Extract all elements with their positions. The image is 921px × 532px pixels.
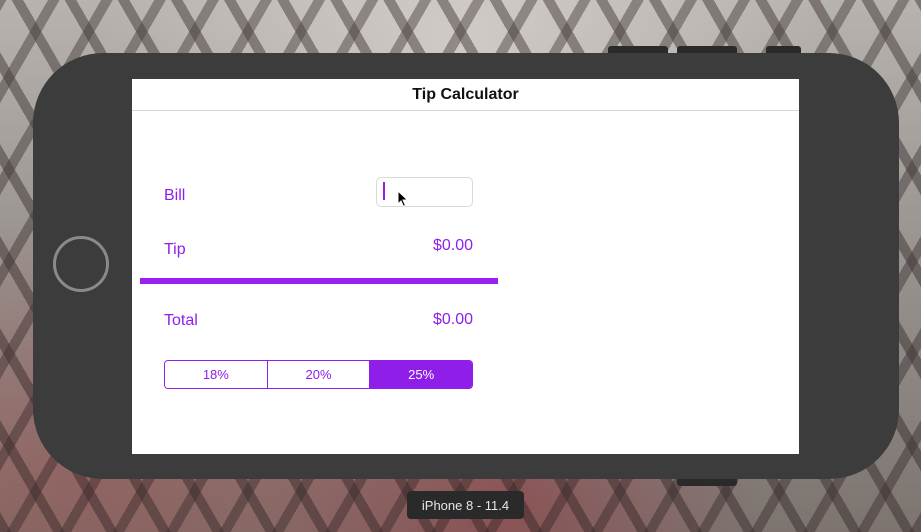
divider-bar — [140, 278, 498, 284]
tip-option-20[interactable]: 20% — [266, 361, 370, 388]
tip-percentage-control: 18% 20% 25% — [164, 360, 473, 389]
tip-label: Tip — [164, 241, 186, 258]
bill-input[interactable] — [376, 177, 473, 207]
tip-option-25[interactable]: 25% — [369, 361, 472, 388]
power-button — [677, 478, 737, 486]
tip-amount: $0.00 — [432, 237, 473, 254]
mouse-pointer-icon — [397, 190, 409, 208]
text-cursor — [383, 182, 385, 200]
app-screen: Tip Calculator Bill Tip $0.00 Total $0.0… — [132, 79, 799, 454]
navigation-bar: Tip Calculator — [132, 79, 799, 111]
total-amount: $0.00 — [432, 311, 473, 328]
simulator-device-label: iPhone 8 - 11.4 — [407, 491, 524, 519]
tip-option-18[interactable]: 18% — [165, 361, 267, 388]
home-button-icon[interactable] — [53, 236, 109, 292]
total-label: Total — [164, 312, 198, 329]
page-title: Tip Calculator — [412, 85, 519, 103]
bill-label: Bill — [164, 187, 186, 204]
